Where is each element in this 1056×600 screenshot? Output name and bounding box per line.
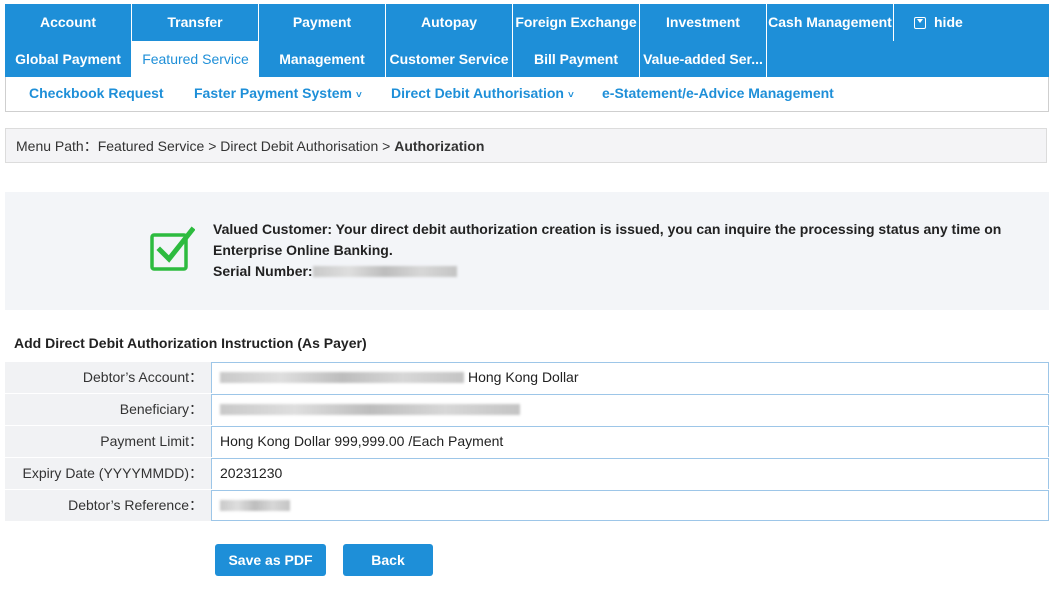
nav-investment[interactable]: Investment xyxy=(640,4,767,41)
debtor-account-label: Debtor’s Account： xyxy=(5,362,211,393)
breadcrumb: Menu Path：Featured Service > Direct Debi… xyxy=(5,128,1047,163)
beneficiary-value xyxy=(211,394,1049,425)
chevron-down-icon: ˅ xyxy=(567,90,574,101)
subnav-checkbook-request[interactable]: Checkbook Request xyxy=(29,77,164,109)
subnav-label: Faster Payment System xyxy=(194,85,352,101)
nav-management[interactable]: Management xyxy=(259,41,386,78)
section-title: Add Direct Debit Authorization Instructi… xyxy=(14,335,367,351)
subnav-direct-debit-authorisation[interactable]: Direct Debit Authorisation ˅ xyxy=(391,77,574,112)
debtor-reference-label: Debtor’s Reference： xyxy=(5,490,211,521)
notice-text: Valued Customer: Your direct debit autho… xyxy=(213,219,1043,282)
success-notice: Valued Customer: Your direct debit autho… xyxy=(5,192,1049,310)
debtor-account-currency: Hong Kong Dollar xyxy=(468,369,579,385)
nav-foreign-exchange[interactable]: Foreign Exchange xyxy=(513,4,640,41)
subnav-label: Direct Debit Authorisation xyxy=(391,85,564,101)
nav-value-added-services[interactable]: Value-added Ser... xyxy=(640,41,767,78)
chevron-down-icon: ˅ xyxy=(355,90,362,101)
hide-label: hide xyxy=(934,14,963,30)
serial-number-label: Serial Number: xyxy=(213,263,313,279)
save-as-pdf-button[interactable]: Save as PDF xyxy=(215,544,326,576)
beneficiary-redacted xyxy=(220,404,520,415)
payment-limit-value: Hong Kong Dollar 999,999.00 /Each Paymen… xyxy=(211,426,1049,457)
breadcrumb-path: Menu Path：Featured Service > Direct Debi… xyxy=(16,138,395,154)
main-nav-row-2: Global Payment Featured Service Manageme… xyxy=(5,41,1049,78)
debtor-account-value: Hong Kong Dollar xyxy=(211,362,1049,393)
serial-number-redacted xyxy=(312,266,457,277)
nav-payment[interactable]: Payment xyxy=(259,4,386,41)
expiry-date-value: 20231230 xyxy=(211,458,1049,489)
nav-transfer[interactable]: Transfer xyxy=(132,4,259,41)
debtor-reference-value xyxy=(211,490,1049,521)
subnav-label: e-Statement/e-Advice Management xyxy=(602,85,834,101)
reference-redacted xyxy=(220,500,290,511)
notice-message: Valued Customer: Your direct debit autho… xyxy=(213,221,1002,258)
nav-bill-payment[interactable]: Bill Payment xyxy=(513,41,640,78)
nav-global-payment[interactable]: Global Payment xyxy=(5,41,132,78)
nav-featured-service[interactable]: Featured Service xyxy=(132,41,259,78)
nav-account[interactable]: Account xyxy=(5,4,132,41)
success-check-icon xyxy=(150,226,195,271)
serial-number-line: Serial Number: xyxy=(213,261,1043,282)
beneficiary-label: Beneficiary： xyxy=(5,394,211,425)
form-row-expiry-date: Expiry Date (YYYYMMDD)： 20231230 xyxy=(5,458,1049,490)
collapse-icon xyxy=(914,17,926,29)
authorization-details: Debtor’s Account： Hong Kong Dollar Benef… xyxy=(5,362,1049,522)
hide-nav-toggle[interactable]: hide xyxy=(914,4,963,41)
form-row-debtor-account: Debtor’s Account： Hong Kong Dollar xyxy=(5,362,1049,394)
account-number-redacted xyxy=(220,372,464,383)
subnav-estatement-management[interactable]: e-Statement/e-Advice Management xyxy=(602,77,834,109)
subnav-faster-payment-system[interactable]: Faster Payment System ˅ xyxy=(194,77,362,112)
breadcrumb-current: Authorization xyxy=(394,138,485,154)
nav-cash-management[interactable]: Cash Management xyxy=(767,4,894,41)
nav-customer-service[interactable]: Customer Service xyxy=(386,41,513,78)
main-nav-row-1: Account Transfer Payment Autopay Foreign… xyxy=(5,4,1049,41)
form-row-debtor-reference: Debtor’s Reference： xyxy=(5,490,1049,522)
subnav-label: Checkbook Request xyxy=(29,85,164,101)
payment-limit-label: Payment Limit： xyxy=(5,426,211,457)
expiry-date-label: Expiry Date (YYYYMMDD)： xyxy=(5,458,211,489)
form-row-payment-limit: Payment Limit： Hong Kong Dollar 999,999.… xyxy=(5,426,1049,458)
form-row-beneficiary: Beneficiary： xyxy=(5,394,1049,426)
nav-autopay[interactable]: Autopay xyxy=(386,4,513,41)
sub-nav: Checkbook Request Faster Payment System ˅… xyxy=(5,77,1049,112)
back-button[interactable]: Back xyxy=(343,544,433,576)
